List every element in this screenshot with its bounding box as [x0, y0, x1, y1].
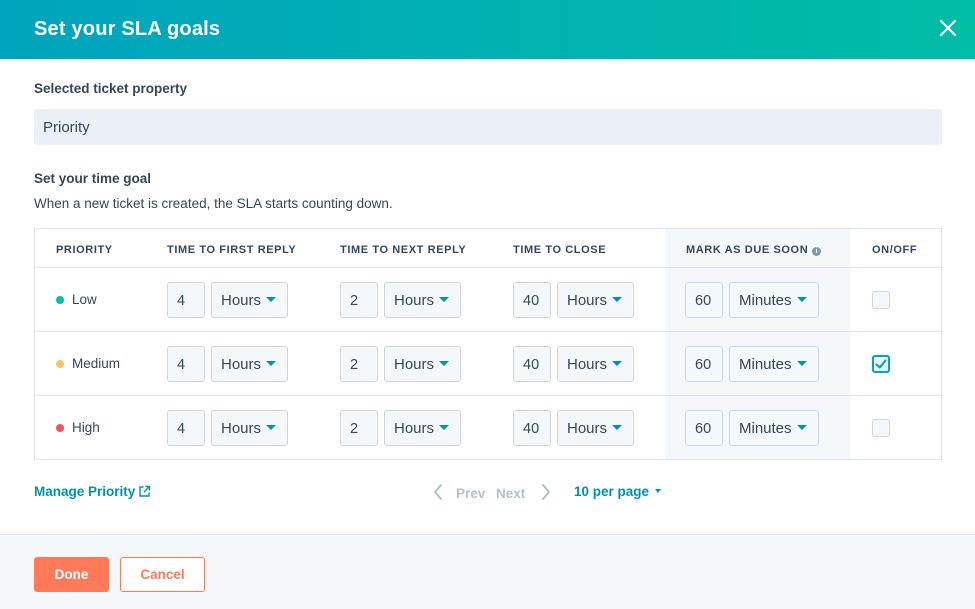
next-reply-unit-select[interactable]: Hours	[384, 346, 461, 382]
caret-down-icon	[612, 297, 623, 302]
header-priority: PRIORITY	[56, 244, 113, 256]
due-soon-value-input[interactable]: 60	[685, 410, 723, 446]
dialog-footer: Done Cancel	[0, 534, 975, 609]
caret-down-icon	[439, 297, 450, 302]
next-reply-value-input[interactable]: 2	[340, 346, 378, 382]
unit-label: Minutes	[739, 356, 792, 373]
priority-dot-low	[56, 296, 64, 304]
caret-down-icon	[439, 425, 450, 430]
next-reply-unit-select[interactable]: Hours	[384, 282, 461, 318]
unit-label: Hours	[394, 292, 435, 309]
caret-down-icon	[612, 361, 623, 366]
selected-property-field: Priority	[34, 109, 942, 145]
prev-page-button[interactable]: Prev	[456, 486, 485, 501]
priority-label: Low	[72, 292, 97, 307]
next-reply-value-input[interactable]: 2	[340, 282, 378, 318]
caret-down-icon	[266, 297, 277, 302]
unit-label: Minutes	[739, 292, 792, 309]
onoff-checkbox-high[interactable]	[872, 419, 890, 437]
unit-label: Hours	[394, 356, 435, 373]
priority-label: Medium	[72, 356, 121, 371]
header-next-reply: TIME TO NEXT REPLY	[340, 244, 467, 256]
first-reply-value-input[interactable]: 4	[167, 410, 205, 446]
priority-label: High	[72, 420, 100, 435]
due-soon-value-input[interactable]: 60	[685, 346, 723, 382]
caret-down-icon	[266, 425, 277, 430]
priority-dot-medium	[56, 360, 64, 368]
header-onoff: ON/OFF	[872, 244, 918, 256]
unit-label: Hours	[394, 420, 435, 437]
sla-goals-table: PRIORITY TIME TO FIRST REPLY TIME TO NEX…	[34, 228, 942, 460]
caret-down-icon	[439, 361, 450, 366]
unit-label: Hours	[567, 292, 608, 309]
per-page-label: 10 per page	[574, 484, 650, 499]
external-link-icon[interactable]	[138, 485, 151, 498]
onoff-checkbox-low[interactable]	[872, 291, 890, 309]
first-reply-unit-select[interactable]: Hours	[211, 282, 288, 318]
caret-down-icon	[796, 297, 807, 302]
info-icon[interactable]: i	[812, 247, 822, 256]
first-reply-unit-select[interactable]: Hours	[211, 346, 288, 382]
cancel-button[interactable]: Cancel	[120, 557, 205, 592]
first-reply-value-input[interactable]: 4	[167, 282, 205, 318]
caret-down-icon	[612, 425, 623, 430]
dialog-title: Set your SLA goals	[34, 18, 221, 40]
unit-label: Hours	[221, 420, 262, 437]
caret-down-icon	[266, 361, 277, 366]
header-due-soon-label: MARK AS DUE SOON	[686, 244, 809, 256]
unit-label: Minutes	[739, 420, 792, 437]
done-button[interactable]: Done	[34, 557, 109, 592]
unit-label: Hours	[221, 356, 262, 373]
dialog-header: Set your SLA goals	[0, 0, 975, 59]
due-soon-value-input[interactable]: 60	[685, 282, 723, 318]
close-unit-select[interactable]: Hours	[557, 282, 634, 318]
close-value-input[interactable]: 40	[513, 410, 551, 446]
priority-dot-high	[56, 424, 64, 432]
selected-property-label: Selected ticket property	[34, 81, 188, 96]
close-icon[interactable]	[937, 17, 959, 39]
unit-label: Hours	[567, 420, 608, 437]
first-reply-value-input[interactable]: 4	[167, 346, 205, 382]
unit-label: Hours	[221, 292, 262, 309]
due-soon-unit-select[interactable]: Minutes	[729, 282, 819, 318]
table-header-row: PRIORITY TIME TO FIRST REPLY TIME TO NEX…	[35, 229, 941, 268]
close-unit-select[interactable]: Hours	[557, 410, 634, 446]
header-close: TIME TO CLOSE	[513, 244, 607, 256]
caret-down-icon	[796, 425, 807, 430]
manage-priority-link[interactable]: Manage Priority	[34, 484, 135, 499]
close-value-input[interactable]: 40	[513, 346, 551, 382]
header-due-soon: MARK AS DUE SOON i	[686, 244, 822, 256]
caret-down-icon	[796, 361, 807, 366]
due-soon-unit-select[interactable]: Minutes	[729, 346, 819, 382]
due-soon-unit-select[interactable]: Minutes	[729, 410, 819, 446]
unit-label: Hours	[567, 356, 608, 373]
table-row-high: High 4 Hours 2 Hours 40 Hours 60 Minutes	[35, 396, 941, 460]
caret-down-icon	[655, 489, 662, 493]
next-reply-value-input[interactable]: 2	[340, 410, 378, 446]
onoff-checkbox-medium[interactable]	[872, 355, 890, 373]
chevron-right-icon[interactable]	[540, 483, 552, 501]
checkmark-icon	[875, 359, 887, 369]
chevron-left-icon[interactable]	[432, 483, 444, 501]
time-goal-label: Set your time goal	[34, 171, 152, 186]
table-row-low: Low 4 Hours 2 Hours 40 Hours 60 Minutes	[35, 268, 941, 332]
header-first-reply: TIME TO FIRST REPLY	[167, 244, 297, 256]
first-reply-unit-select[interactable]: Hours	[211, 410, 288, 446]
close-value-input[interactable]: 40	[513, 282, 551, 318]
per-page-dropdown[interactable]: 10 per page	[574, 484, 662, 499]
time-goal-help: When a new ticket is created, the SLA st…	[34, 196, 393, 211]
table-row-medium: Medium 4 Hours 2 Hours 40 Hours 60 Minut…	[35, 332, 941, 396]
next-reply-unit-select[interactable]: Hours	[384, 410, 461, 446]
next-page-button[interactable]: Next	[496, 486, 525, 501]
close-unit-select[interactable]: Hours	[557, 346, 634, 382]
